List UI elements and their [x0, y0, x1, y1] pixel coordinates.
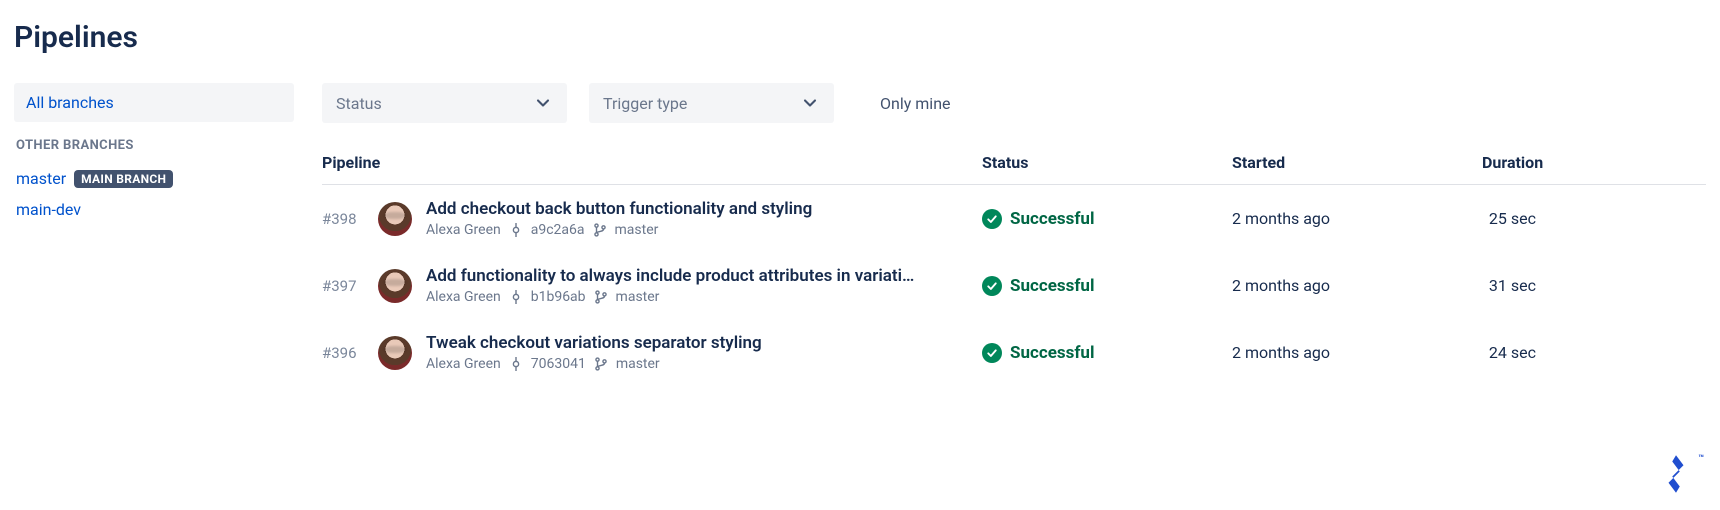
- avatar: [378, 202, 412, 236]
- sidebar-section-label: OTHER BRANCHES: [14, 122, 294, 163]
- pipeline-author: Alexa Green: [426, 356, 501, 372]
- pipeline-status: Successful: [1010, 276, 1094, 296]
- branch-icon: [594, 357, 608, 371]
- pipeline-title: Tweak checkout variations separator styl…: [426, 333, 966, 353]
- pipeline-commit: 7063041: [531, 356, 586, 372]
- pipeline-branch: master: [616, 356, 660, 372]
- chevron-down-icon: [800, 93, 820, 113]
- main-branch-badge: MAIN BRANCH: [74, 170, 173, 188]
- success-icon: [982, 343, 1002, 363]
- commit-icon: [509, 357, 523, 371]
- col-header-status: Status: [982, 153, 1232, 172]
- avatar: [378, 336, 412, 370]
- branch-link: main-dev: [16, 200, 81, 219]
- success-icon: [982, 276, 1002, 296]
- only-mine-toggle[interactable]: Only mine: [880, 94, 951, 113]
- pipeline-row[interactable]: #397 Add functionality to always include…: [322, 252, 1706, 319]
- pipeline-status: Successful: [1010, 343, 1094, 363]
- sidebar-branch-main-dev[interactable]: main-dev: [14, 194, 294, 225]
- status-filter-select[interactable]: Status: [322, 83, 567, 123]
- col-header-pipeline: Pipeline: [322, 153, 982, 172]
- branch-icon: [594, 290, 608, 304]
- avatar: [378, 269, 412, 303]
- col-header-started: Started: [1232, 153, 1482, 172]
- main-content: Status Trigger type Only mine Pipeline S…: [322, 83, 1706, 386]
- pipeline-status: Successful: [1010, 209, 1094, 229]
- branch-icon: [593, 223, 607, 237]
- tab-all-branches[interactable]: All branches: [14, 83, 294, 122]
- pipeline-commit: a9c2a6a: [531, 222, 585, 238]
- pipeline-branch: master: [615, 222, 659, 238]
- pipeline-title: Add checkout back button functionality a…: [426, 199, 966, 219]
- trigger-type-filter-select[interactable]: Trigger type: [589, 83, 834, 123]
- col-header-duration: Duration: [1482, 153, 1713, 172]
- pipeline-started: 2 months ago: [1232, 276, 1482, 295]
- pipeline-author: Alexa Green: [426, 289, 501, 305]
- toptal-logo: ™: [1656, 454, 1704, 494]
- pipeline-row[interactable]: #396 Tweak checkout variations separator…: [322, 319, 1706, 386]
- branch-link: master: [16, 169, 66, 188]
- pipeline-duration: 31 sec: [1482, 276, 1706, 295]
- pipeline-started: 2 months ago: [1232, 209, 1482, 228]
- pipeline-started: 2 months ago: [1232, 343, 1482, 362]
- filter-bar: Status Trigger type Only mine: [322, 83, 1706, 123]
- table-header: Pipeline Status Started Duration: [322, 153, 1706, 185]
- pipeline-duration: 25 sec: [1482, 209, 1706, 228]
- commit-icon: [509, 290, 523, 304]
- pipeline-branch: master: [616, 289, 660, 305]
- pipeline-title: Add functionality to always include prod…: [426, 266, 966, 286]
- page-title: Pipelines: [14, 20, 1706, 55]
- pipeline-id: #398: [322, 210, 378, 228]
- pipeline-id: #397: [322, 277, 378, 295]
- pipeline-row[interactable]: #398 Add checkout back button functional…: [322, 185, 1706, 252]
- chevron-down-icon: [533, 93, 553, 113]
- pipeline-id: #396: [322, 344, 378, 362]
- status-filter-label: Status: [336, 94, 382, 113]
- trademark-symbol: ™: [1698, 454, 1704, 464]
- sidebar: All branches OTHER BRANCHES master MAIN …: [14, 83, 294, 386]
- pipeline-author: Alexa Green: [426, 222, 501, 238]
- pipeline-commit: b1b96ab: [531, 289, 586, 305]
- success-icon: [982, 209, 1002, 229]
- commit-icon: [509, 223, 523, 237]
- sidebar-branch-master[interactable]: master MAIN BRANCH: [14, 163, 294, 194]
- pipeline-duration: 24 sec: [1482, 343, 1706, 362]
- trigger-type-filter-label: Trigger type: [603, 94, 687, 113]
